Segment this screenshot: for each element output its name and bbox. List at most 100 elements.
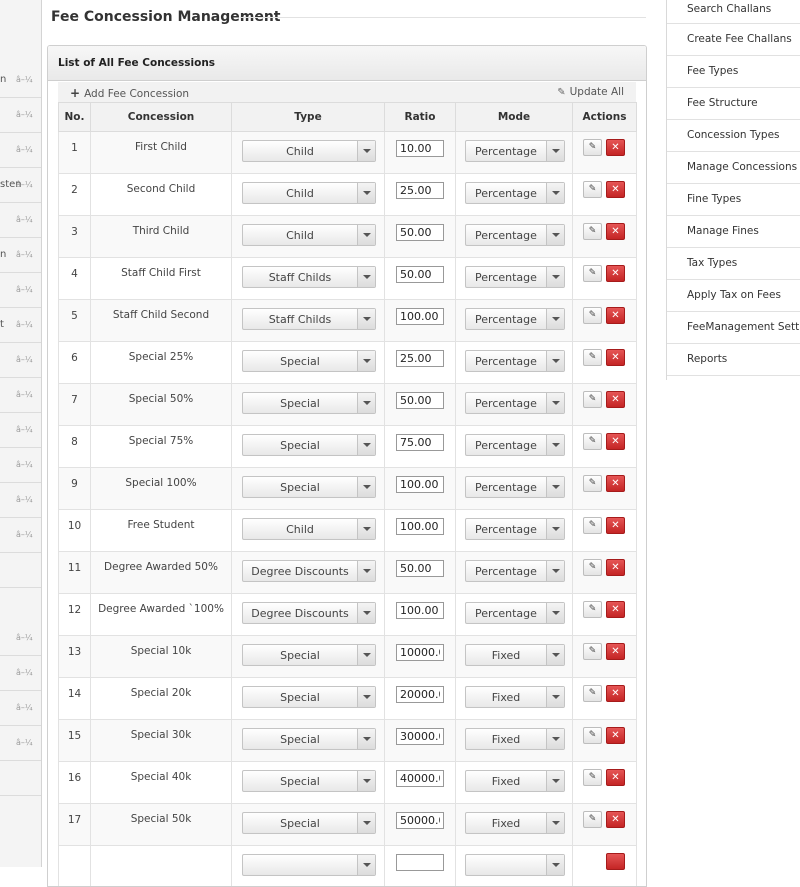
- delete-button[interactable]: ✕: [606, 601, 625, 618]
- left-sidebar-item[interactable]: â–¼: [0, 483, 41, 518]
- mode-select[interactable]: Fixed: [465, 644, 565, 666]
- edit-button[interactable]: ✎: [583, 559, 602, 576]
- type-select[interactable]: Special: [242, 728, 376, 750]
- type-select[interactable]: Degree Discounts: [242, 602, 376, 624]
- type-select[interactable]: Special: [242, 434, 376, 456]
- delete-button[interactable]: ✕: [606, 307, 625, 324]
- type-select[interactable]: Staff Childs: [242, 266, 376, 288]
- ratio-input[interactable]: [396, 728, 444, 745]
- mode-select[interactable]: Percentage: [465, 266, 565, 288]
- mode-select[interactable]: Percentage: [465, 602, 565, 624]
- left-sidebar-item[interactable]: â–¼: [0, 691, 41, 726]
- delete-button[interactable]: ✕: [606, 139, 625, 156]
- nav-item[interactable]: Create Fee Challans: [667, 24, 800, 56]
- left-sidebar-item[interactable]: â–¼: [0, 203, 41, 238]
- add-fee-concession-button[interactable]: +Add Fee Concession: [70, 86, 189, 100]
- type-select[interactable]: Degree Discounts: [242, 560, 376, 582]
- delete-button[interactable]: ✕: [606, 433, 625, 450]
- left-sidebar-item[interactable]: â–¼: [0, 621, 41, 656]
- left-sidebar-item[interactable]: â–¼: [0, 133, 41, 168]
- edit-button[interactable]: ✎: [583, 433, 602, 450]
- ratio-input[interactable]: [396, 770, 444, 787]
- ratio-input[interactable]: [396, 854, 444, 871]
- left-sidebar-item[interactable]: [0, 761, 41, 796]
- delete-button[interactable]: ✕: [606, 475, 625, 492]
- left-sidebar-item[interactable]: â–¼: [0, 518, 41, 553]
- edit-button[interactable]: ✎: [583, 223, 602, 240]
- mode-select[interactable]: [465, 854, 565, 876]
- delete-button[interactable]: ✕: [606, 559, 625, 576]
- ratio-input[interactable]: [396, 350, 444, 367]
- type-select[interactable]: Special: [242, 812, 376, 834]
- edit-button[interactable]: ✎: [583, 265, 602, 282]
- mode-select[interactable]: Fixed: [465, 686, 565, 708]
- ratio-input[interactable]: [396, 476, 444, 493]
- type-select[interactable]: Special: [242, 476, 376, 498]
- update-all-button[interactable]: ✎Update All: [557, 86, 624, 98]
- left-sidebar-item[interactable]: stenâ–¼: [0, 168, 41, 203]
- ratio-input[interactable]: [396, 602, 444, 619]
- delete-button[interactable]: ✕: [606, 517, 625, 534]
- edit-button[interactable]: ✎: [583, 307, 602, 324]
- edit-button[interactable]: ✎: [583, 391, 602, 408]
- mode-select[interactable]: Percentage: [465, 224, 565, 246]
- left-sidebar-item[interactable]: [0, 588, 41, 623]
- left-sidebar-item[interactable]: â–¼: [0, 98, 41, 133]
- mode-select[interactable]: Percentage: [465, 434, 565, 456]
- delete-button[interactable]: ✕: [606, 391, 625, 408]
- nav-item[interactable]: Fine Types: [667, 184, 800, 216]
- type-select[interactable]: Special: [242, 644, 376, 666]
- delete-button[interactable]: [606, 853, 625, 870]
- nav-item[interactable]: Fee Types: [667, 56, 800, 88]
- left-sidebar-item[interactable]: nâ–¼: [0, 238, 41, 273]
- mode-select[interactable]: Percentage: [465, 560, 565, 582]
- edit-button[interactable]: ✎: [583, 181, 602, 198]
- ratio-input[interactable]: [396, 392, 444, 409]
- edit-button[interactable]: ✎: [583, 685, 602, 702]
- ratio-input[interactable]: [396, 560, 444, 577]
- ratio-input[interactable]: [396, 266, 444, 283]
- nav-item[interactable]: Fee Structure: [667, 88, 800, 120]
- nav-item[interactable]: Manage Concessions: [667, 152, 800, 184]
- mode-select[interactable]: Percentage: [465, 140, 565, 162]
- ratio-input[interactable]: [396, 308, 444, 325]
- edit-button[interactable]: ✎: [583, 349, 602, 366]
- left-sidebar-item[interactable]: nâ–¼: [0, 63, 41, 98]
- left-sidebar-item[interactable]: [0, 553, 41, 588]
- left-sidebar-item[interactable]: â–¼: [0, 273, 41, 308]
- type-select[interactable]: [242, 854, 376, 876]
- delete-button[interactable]: ✕: [606, 349, 625, 366]
- ratio-input[interactable]: [396, 182, 444, 199]
- nav-item[interactable]: Reports: [667, 344, 800, 376]
- left-sidebar-item[interactable]: â–¼: [0, 726, 41, 761]
- type-select[interactable]: Staff Childs: [242, 308, 376, 330]
- ratio-input[interactable]: [396, 140, 444, 157]
- ratio-input[interactable]: [396, 644, 444, 661]
- edit-button[interactable]: ✎: [583, 139, 602, 156]
- edit-button[interactable]: ✎: [583, 475, 602, 492]
- nav-item[interactable]: Tax Types: [667, 248, 800, 280]
- delete-button[interactable]: ✕: [606, 181, 625, 198]
- left-sidebar-item[interactable]: â–¼: [0, 343, 41, 378]
- type-select[interactable]: Child: [242, 518, 376, 540]
- ratio-input[interactable]: [396, 434, 444, 451]
- edit-button[interactable]: ✎: [583, 769, 602, 786]
- nav-item[interactable]: Search Challans: [667, 0, 800, 24]
- ratio-input[interactable]: [396, 224, 444, 241]
- delete-button[interactable]: ✕: [606, 223, 625, 240]
- delete-button[interactable]: ✕: [606, 811, 625, 828]
- delete-button[interactable]: ✕: [606, 727, 625, 744]
- left-sidebar-item[interactable]: â–¼: [0, 656, 41, 691]
- left-sidebar-item[interactable]: â–¼: [0, 413, 41, 448]
- mode-select[interactable]: Fixed: [465, 770, 565, 792]
- nav-item[interactable]: Manage Fines: [667, 216, 800, 248]
- edit-button[interactable]: ✎: [583, 727, 602, 744]
- left-sidebar-item[interactable]: â–¼: [0, 448, 41, 483]
- mode-select[interactable]: Percentage: [465, 392, 565, 414]
- nav-item[interactable]: FeeManagement Settings: [667, 312, 800, 344]
- edit-button[interactable]: ✎: [583, 643, 602, 660]
- type-select[interactable]: Child: [242, 182, 376, 204]
- mode-select[interactable]: Fixed: [465, 728, 565, 750]
- left-sidebar-item[interactable]: â–¼: [0, 378, 41, 413]
- mode-select[interactable]: Percentage: [465, 476, 565, 498]
